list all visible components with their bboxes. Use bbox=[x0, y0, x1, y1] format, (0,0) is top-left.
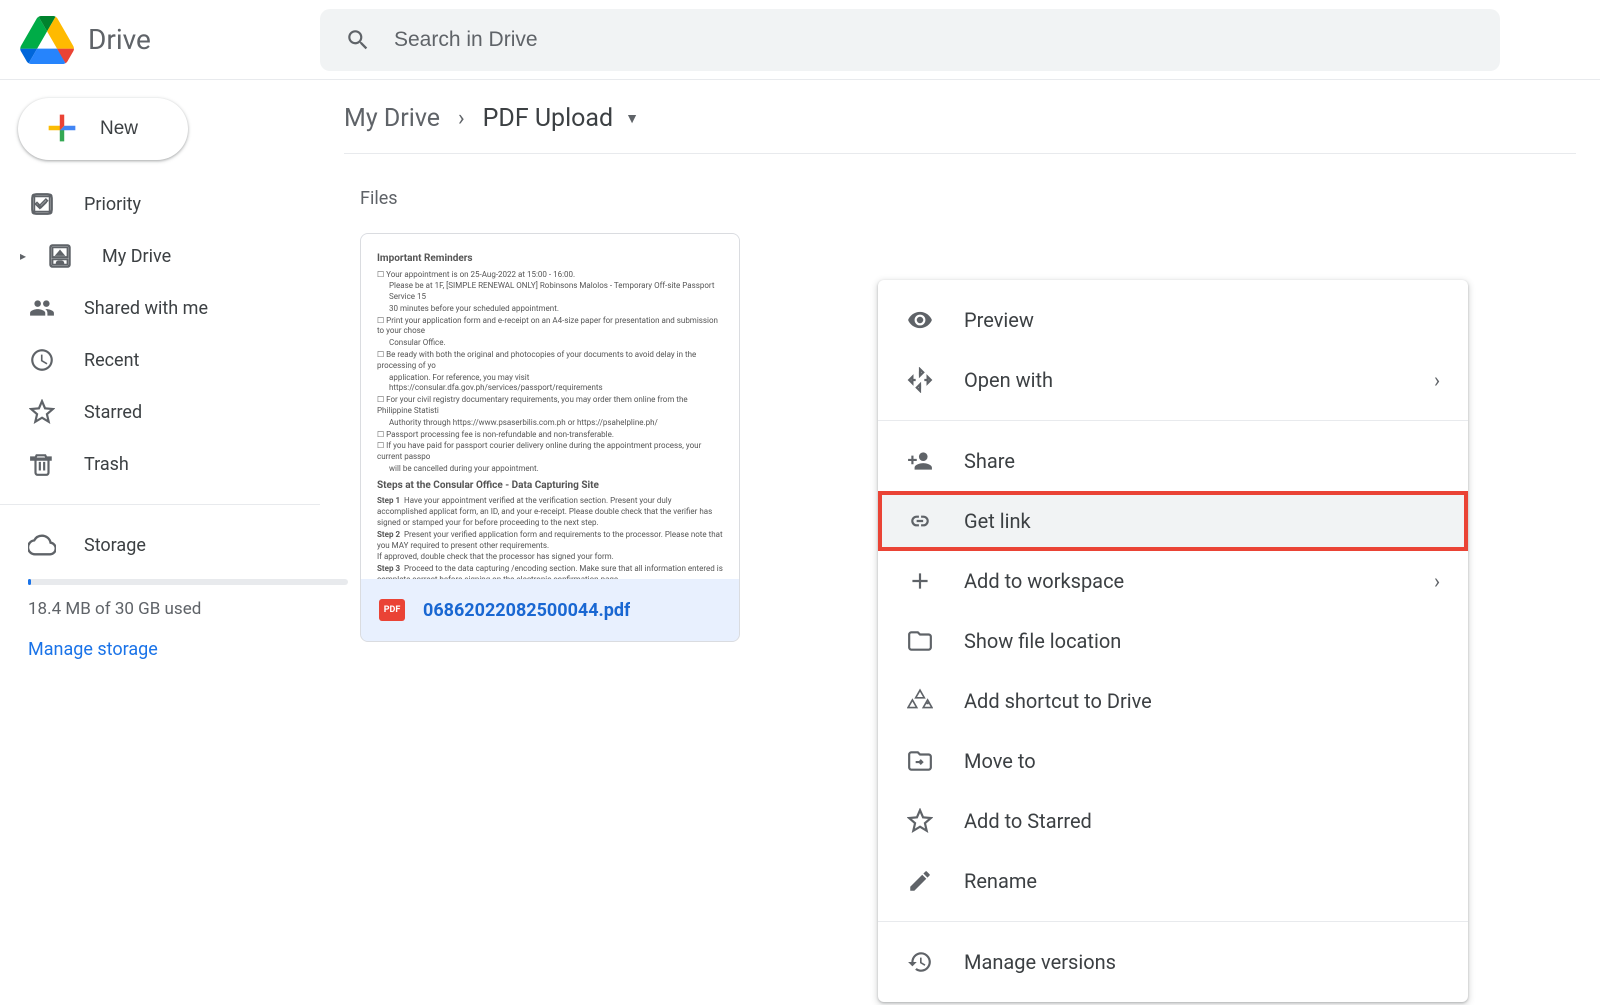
starred-icon bbox=[28, 398, 56, 426]
menu-label: Get link bbox=[964, 509, 1440, 533]
menu-add-workspace[interactable]: Add to workspace › bbox=[878, 551, 1468, 611]
storage-bar bbox=[28, 579, 348, 585]
file-name: 06862022082500044.pdf bbox=[423, 600, 630, 621]
recent-icon bbox=[28, 346, 56, 374]
menu-add-starred[interactable]: Add to Starred bbox=[878, 791, 1468, 851]
link-icon bbox=[906, 507, 934, 535]
menu-label: Share bbox=[964, 449, 1440, 473]
mydrive-icon bbox=[46, 242, 74, 270]
menu-divider bbox=[878, 921, 1468, 922]
new-button[interactable]: New bbox=[18, 98, 188, 160]
files-section-title: Files bbox=[360, 188, 1600, 209]
nav-label: Priority bbox=[84, 194, 141, 215]
file-card[interactable]: Important Reminders ☐ Your appointment i… bbox=[360, 233, 740, 642]
menu-divider bbox=[878, 420, 1468, 421]
context-menu: Preview Open with › Share Get link Add t… bbox=[878, 280, 1468, 1002]
nav-label: My Drive bbox=[102, 246, 171, 267]
eye-icon bbox=[906, 306, 934, 334]
sidebar-item-recent[interactable]: Recent bbox=[0, 334, 320, 386]
personadd-icon bbox=[906, 447, 934, 475]
menu-label: Show file location bbox=[964, 629, 1440, 653]
menu-move-to[interactable]: Move to bbox=[878, 731, 1468, 791]
sidebar-item-my-drive[interactable]: My Drive bbox=[0, 230, 320, 282]
priority-icon bbox=[28, 190, 56, 218]
breadcrumb: My Drive › PDF Upload ▼ bbox=[344, 104, 1576, 154]
menu-label: Add to Starred bbox=[964, 809, 1440, 833]
nav-label: Trash bbox=[84, 454, 129, 475]
sidebar-item-shared[interactable]: Shared with me bbox=[0, 282, 320, 334]
chevron-right-icon: › bbox=[458, 106, 465, 131]
search-input[interactable] bbox=[394, 28, 1476, 52]
nav-label: Shared with me bbox=[84, 298, 208, 319]
breadcrumb-current-label: PDF Upload bbox=[483, 104, 613, 133]
sidebar-item-trash[interactable]: Trash bbox=[0, 438, 320, 490]
search-icon bbox=[344, 26, 372, 54]
storage-section: Storage 18.4 MB of 30 GB used Manage sto… bbox=[0, 519, 320, 660]
new-button-label: New bbox=[100, 118, 138, 140]
menu-label: Preview bbox=[964, 308, 1440, 332]
sidebar-item-priority[interactable]: Priority bbox=[0, 178, 320, 230]
logo-area[interactable]: Drive bbox=[20, 16, 320, 64]
manage-storage-link[interactable]: Manage storage bbox=[28, 639, 158, 660]
openwith-icon bbox=[906, 366, 934, 394]
shared-icon bbox=[28, 294, 56, 322]
menu-preview[interactable]: Preview bbox=[878, 290, 1468, 350]
menu-rename[interactable]: Rename bbox=[878, 851, 1468, 911]
menu-manage-versions[interactable]: Manage versions bbox=[878, 932, 1468, 992]
menu-label: Add shortcut to Drive bbox=[964, 689, 1440, 713]
menu-open-with[interactable]: Open with › bbox=[878, 350, 1468, 410]
pencil-icon bbox=[906, 867, 934, 895]
folder-icon bbox=[906, 627, 934, 655]
plus-icon bbox=[42, 108, 82, 151]
sidebar-item-storage[interactable]: Storage bbox=[28, 519, 292, 571]
sidebar-divider bbox=[0, 504, 320, 505]
header: Drive bbox=[0, 0, 1600, 80]
moveto-icon bbox=[906, 747, 934, 775]
shortcut-icon bbox=[906, 687, 934, 715]
sidebar: New Priority My Drive Shared with me Rec… bbox=[0, 80, 320, 1005]
chevron-right-icon: › bbox=[1434, 569, 1440, 593]
pdf-icon: PDF bbox=[379, 599, 405, 621]
file-footer: PDF 06862022082500044.pdf bbox=[361, 579, 739, 641]
nav-label: Recent bbox=[84, 350, 139, 371]
drive-logo-icon bbox=[20, 16, 74, 64]
nav-label: Starred bbox=[84, 402, 142, 423]
menu-label: Manage versions bbox=[964, 950, 1440, 974]
versions-icon bbox=[906, 948, 934, 976]
menu-get-link[interactable]: Get link bbox=[878, 491, 1468, 551]
menu-share[interactable]: Share bbox=[878, 431, 1468, 491]
menu-label: Rename bbox=[964, 869, 1440, 893]
star-icon bbox=[906, 807, 934, 835]
sidebar-item-starred[interactable]: Starred bbox=[0, 386, 320, 438]
cloud-icon bbox=[28, 531, 56, 559]
search-bar[interactable] bbox=[320, 9, 1500, 71]
breadcrumb-current[interactable]: PDF Upload ▼ bbox=[483, 104, 639, 133]
plus-icon bbox=[906, 567, 934, 595]
menu-label: Open with bbox=[964, 368, 1404, 392]
trash-icon bbox=[28, 450, 56, 478]
chevron-right-icon: › bbox=[1434, 368, 1440, 392]
app-name: Drive bbox=[88, 23, 151, 56]
menu-show-location[interactable]: Show file location bbox=[878, 611, 1468, 671]
breadcrumb-root[interactable]: My Drive bbox=[344, 104, 440, 133]
menu-label: Move to bbox=[964, 749, 1440, 773]
menu-label: Add to workspace bbox=[964, 569, 1404, 593]
storage-label: Storage bbox=[84, 535, 146, 556]
menu-add-shortcut[interactable]: Add shortcut to Drive bbox=[878, 671, 1468, 731]
nav-list: Priority My Drive Shared with me Recent … bbox=[0, 178, 320, 490]
chevron-down-icon: ▼ bbox=[625, 110, 639, 127]
storage-used-text: 18.4 MB of 30 GB used bbox=[28, 599, 292, 619]
file-thumbnail: Important Reminders ☐ Your appointment i… bbox=[361, 234, 739, 579]
